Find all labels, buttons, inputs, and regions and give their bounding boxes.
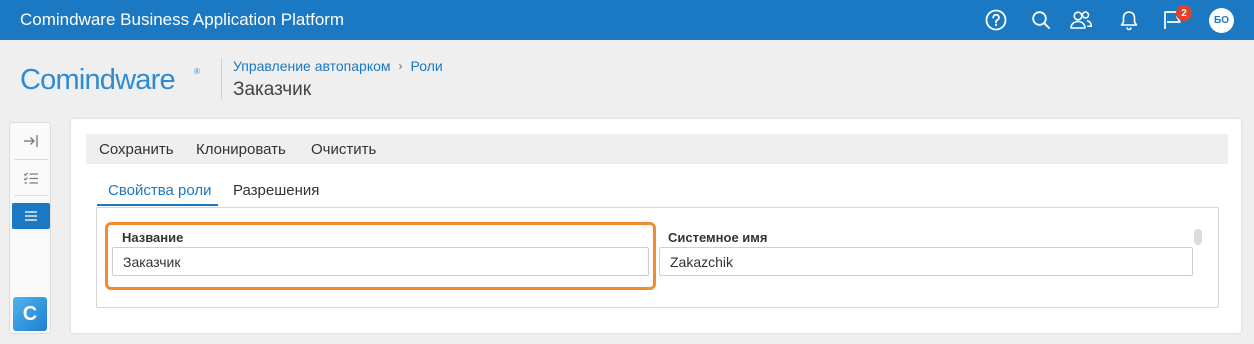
toolbar: Сохранить Клонировать Очистить [86,134,1228,164]
breadcrumb-separator-icon: › [398,59,403,73]
app-tile[interactable]: C [13,297,47,331]
top-bar: Comindware Business Application Platform… [0,0,1254,40]
tab-role-properties[interactable]: Свойства роли [108,182,212,199]
app-title: Comindware Business Application Platform [20,10,345,29]
system-name-input[interactable]: Zakazchik [659,247,1193,276]
notification-badge: 2 [1176,5,1192,21]
nav-divider [14,195,48,196]
brand-logo[interactable]: Comindware ® [20,64,200,97]
users-icon[interactable] [1069,8,1093,32]
menu-icon[interactable] [12,203,50,229]
tab-permissions[interactable]: Разрешения [233,182,319,199]
system-name-label: Системное имя [668,230,768,245]
breadcrumb-item-fleet[interactable]: Управление автопарком [233,58,391,74]
scrollbar-thumb[interactable] [1194,229,1202,245]
name-label: Название [122,230,184,245]
main-panel: Сохранить Клонировать Очистить Свойства … [71,119,1241,333]
clear-button[interactable]: Очистить [311,141,376,158]
active-tab-indicator [97,204,218,206]
page-title: Заказчик [233,79,312,100]
breadcrumb-item-roles[interactable]: Роли [411,58,443,74]
role-form: Название Заказчик Системное имя Zakazchi… [96,207,1219,308]
name-input[interactable]: Заказчик [112,247,649,276]
registered-mark: ® [194,67,200,76]
breadcrumb: Управление автопарком › Роли [233,58,443,74]
task-list-icon[interactable] [12,165,50,191]
side-navigation: C [9,122,51,334]
nav-divider [14,159,48,160]
clone-button[interactable]: Клонировать [196,141,286,158]
save-button[interactable]: Сохранить [99,141,174,158]
collapse-arrow-icon[interactable] [12,128,50,154]
bell-icon[interactable] [1117,8,1141,32]
user-avatar[interactable]: БО [1209,8,1234,33]
logo-text: Comindware [20,64,176,96]
search-icon[interactable] [1029,8,1053,32]
logo-divider [221,58,222,100]
help-icon[interactable] [984,8,1008,32]
